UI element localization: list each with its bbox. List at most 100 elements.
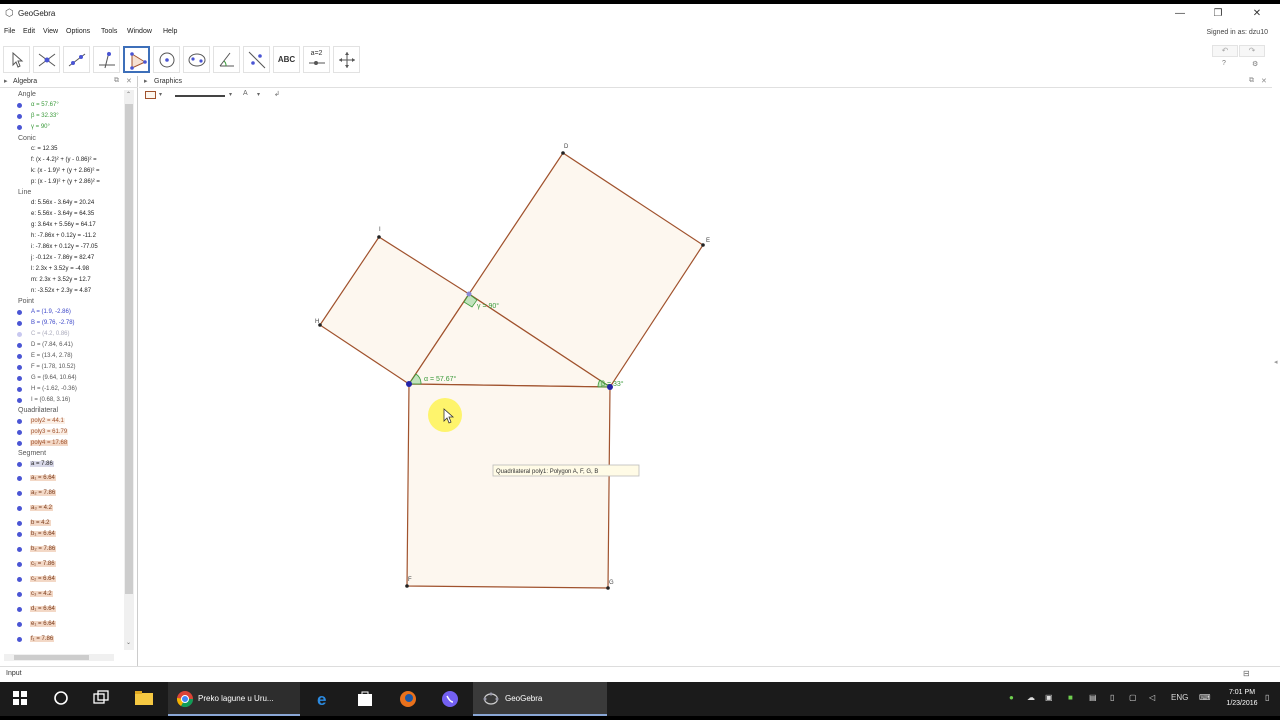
angle-alpha-label[interactable]: α = 57.67°: [424, 375, 457, 383]
visibility-dot[interactable]: [17, 506, 22, 511]
category-segment[interactable]: Segment: [18, 450, 46, 457]
point-G[interactable]: [606, 586, 610, 590]
visibility-dot[interactable]: [17, 125, 22, 130]
firefox-icon[interactable]: [398, 689, 418, 709]
algebra-item[interactable]: D = (7.84, 6.41): [0, 341, 124, 351]
algebra-horizontal-scrollbar[interactable]: [4, 654, 114, 661]
windows-start-icon[interactable]: [11, 689, 31, 709]
cloud-icon[interactable]: ☁: [1027, 693, 1035, 702]
algebra-item[interactable]: E = (13.4, 2.78): [0, 352, 124, 362]
menu-tools[interactable]: Tools: [101, 28, 117, 35]
collapse-arrow-icon[interactable]: ◂: [1274, 358, 1278, 366]
point-B[interactable]: [607, 384, 613, 390]
category-line[interactable]: Line: [18, 189, 31, 196]
task-view-icon[interactable]: [92, 689, 112, 709]
visibility-dot[interactable]: [17, 577, 22, 582]
visibility-dot[interactable]: [17, 365, 22, 370]
point-D[interactable]: [561, 151, 565, 155]
close-view-icon[interactable]: ✕: [1261, 77, 1267, 85]
algebra-item[interactable]: i: -7.86x + 0.12y = -77.05: [0, 243, 124, 253]
visibility-dot[interactable]: [17, 310, 22, 315]
chevron-down-icon[interactable]: ▾: [257, 91, 260, 98]
algebra-item[interactable]: h: -7.86x + 0.12y = -11.2: [0, 232, 124, 242]
visibility-dot[interactable]: [17, 476, 22, 481]
notification-icon[interactable]: ▢: [1129, 693, 1137, 702]
visibility-dot[interactable]: [17, 547, 22, 552]
file-explorer-icon[interactable]: [134, 689, 154, 709]
keyboard-help-icon[interactable]: ⊟: [1243, 669, 1250, 678]
algebra-item[interactable]: c₂ = 6.64: [0, 575, 124, 585]
menu-options[interactable]: Options: [66, 28, 90, 35]
volume-icon[interactable]: ◁: [1149, 693, 1155, 702]
visibility-dot[interactable]: [17, 622, 22, 627]
move-tool-button[interactable]: [3, 46, 30, 73]
viber-icon[interactable]: [440, 689, 460, 709]
language-indicator[interactable]: ENG: [1171, 693, 1188, 702]
visibility-dot[interactable]: [17, 114, 22, 119]
algebra-item[interactable]: p: (x - 1.9)² + (y + 2.86)² =: [0, 178, 124, 188]
slider-tool-button[interactable]: a=2: [303, 46, 330, 73]
visibility-dot[interactable]: [17, 532, 22, 537]
algebra-item[interactable]: poly4 = 17.68: [0, 439, 124, 449]
algebra-item[interactable]: G = (9.64, 10.64): [0, 374, 124, 384]
line-tool-button[interactable]: [63, 46, 90, 73]
algebra-item[interactable]: poly3 = 61.79: [0, 428, 124, 438]
taskbar-geogebra-tab[interactable]: GeoGebra: [473, 682, 607, 716]
visibility-dot[interactable]: [17, 441, 22, 446]
algebra-item[interactable]: b₁ = 6.64: [0, 530, 124, 540]
perpendicular-tool-button[interactable]: [93, 46, 120, 73]
text-tool-button[interactable]: ABC: [273, 46, 300, 73]
close-view-icon[interactable]: ✕: [126, 77, 132, 85]
scroll-down-icon[interactable]: ⌄: [126, 639, 131, 646]
menu-help[interactable]: Help: [163, 28, 177, 35]
signed-in-status[interactable]: Signed in as: dzu10: [1207, 29, 1269, 36]
point-E[interactable]: [701, 243, 705, 247]
graphics-canvas[interactable]: α = 57.67° β = 33° γ = 90° D E I H F G Q…: [139, 76, 1272, 666]
visibility-dot[interactable]: [17, 387, 22, 392]
taskbar-chrome-tab[interactable]: Preko lagune u Uru...: [168, 682, 300, 716]
keyboard-icon[interactable]: ⌨: [1199, 693, 1211, 702]
usb-device-icon[interactable]: ▯: [1110, 693, 1114, 702]
algebra-item[interactable]: b₂ = 7.86: [0, 545, 124, 555]
algebra-item[interactable]: a = 7.86: [0, 460, 124, 470]
algebra-item[interactable]: f: (x - 4.2)² + (y - 0.86)² =: [0, 156, 124, 166]
polygon-tool-button[interactable]: [123, 46, 150, 73]
algebra-item[interactable]: c₃ = 4.2: [0, 590, 124, 600]
restore-icon[interactable]: ❐: [1208, 7, 1228, 21]
visibility-dot[interactable]: [17, 430, 22, 435]
point-I[interactable]: [377, 235, 381, 239]
algebra-item[interactable]: H = (-1.62, -0.36): [0, 385, 124, 395]
circle-tool-button[interactable]: [153, 46, 180, 73]
visibility-dot[interactable]: [17, 491, 22, 496]
visibility-dot[interactable]: [17, 321, 22, 326]
algebra-item[interactable]: n: -3.52x + 2.3y = 4.87: [0, 287, 124, 297]
visibility-dot[interactable]: [17, 462, 22, 467]
algebra-item[interactable]: c: = 12.35: [0, 145, 124, 155]
category-conic[interactable]: Conic: [18, 135, 36, 142]
algebra-item[interactable]: γ = 90°: [0, 123, 124, 133]
algebra-item[interactable]: β = 32.33°: [0, 112, 124, 122]
close-icon[interactable]: ✕: [1247, 7, 1267, 21]
visibility-dot[interactable]: [17, 376, 22, 381]
visibility-dot[interactable]: [17, 103, 22, 108]
algebra-item[interactable]: poly2 = 44.1: [0, 417, 124, 427]
collapse-triangle-icon[interactable]: ▸: [4, 77, 8, 85]
tray-app-icon[interactable]: ▣: [1045, 693, 1053, 702]
visibility-dot[interactable]: [17, 343, 22, 348]
algebra-item[interactable]: j: -0.12x - 7.86y = 82.47: [0, 254, 124, 264]
menu-view[interactable]: View: [43, 28, 58, 35]
line-style-button[interactable]: [175, 95, 225, 97]
edge-browser-icon[interactable]: e: [315, 689, 335, 709]
algebra-item[interactable]: d: 5.56x - 3.64y = 20.24: [0, 199, 124, 209]
collapse-triangle-icon[interactable]: ▸: [144, 77, 148, 85]
visibility-dot[interactable]: [17, 607, 22, 612]
algebra-item[interactable]: k: (x - 1.9)² + (y + 2.86)² =: [0, 167, 124, 177]
undock-icon[interactable]: ⧉: [114, 77, 119, 85]
visibility-dot[interactable]: [17, 332, 22, 337]
algebra-item[interactable]: a₃ = 4.2: [0, 504, 124, 514]
algebra-item[interactable]: e₁ = 6.64: [0, 620, 124, 630]
visibility-dot[interactable]: [17, 521, 22, 526]
algebra-item[interactable]: c₁ = 7.86: [0, 560, 124, 570]
menu-file[interactable]: File: [4, 28, 15, 35]
algebra-item[interactable]: I = (0.68, 3.16): [0, 396, 124, 406]
